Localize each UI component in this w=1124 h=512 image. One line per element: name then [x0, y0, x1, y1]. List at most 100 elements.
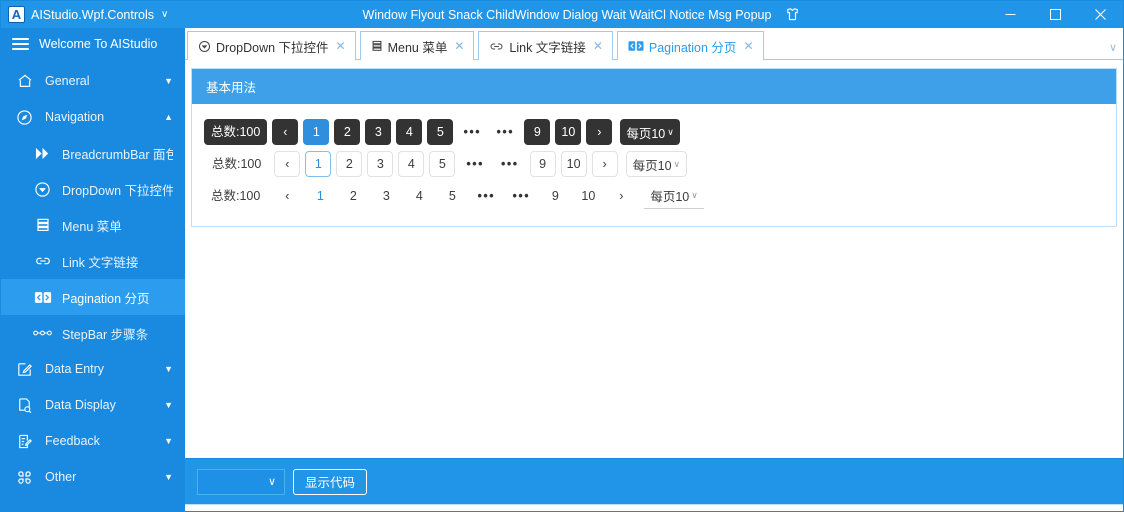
- footer-bar: ∨ 显示代码: [185, 458, 1123, 504]
- theme-select[interactable]: ∨: [197, 468, 285, 495]
- next-page-button[interactable]: ›: [591, 151, 618, 177]
- document-search-icon: [15, 396, 34, 415]
- chevron-down-icon: ▼: [164, 471, 173, 482]
- chevron-down-icon: ▼: [164, 363, 173, 374]
- sidebar-nav-list: General ▼ Navigation ▲ BreadcrumbBar 面包 …: [1, 60, 185, 511]
- sidebar-item-label: Other: [45, 470, 77, 484]
- ellipsis-left[interactable]: •••: [458, 119, 486, 145]
- chevron-down-icon: ∨: [667, 126, 674, 137]
- sidebar-item-pagination[interactable]: Pagination 分页: [1, 279, 185, 315]
- page-button-9[interactable]: 9: [524, 119, 551, 145]
- page-button-5[interactable]: 5: [427, 119, 454, 145]
- chevron-down-icon: ∨: [673, 158, 681, 169]
- clipboard-edit-icon: [15, 432, 34, 451]
- page-button-10[interactable]: 10: [560, 151, 587, 177]
- page-button-1[interactable]: 1: [305, 151, 332, 177]
- tab-dropdown[interactable]: DropDown 下拉控件 ✕: [187, 31, 356, 60]
- maximize-button[interactable]: [1033, 1, 1078, 28]
- sidebar-item-other[interactable]: Other ▼: [1, 459, 185, 495]
- double-chevron-icon: [33, 144, 52, 163]
- close-icon[interactable]: ✕: [593, 39, 603, 53]
- next-page-button[interactable]: ›: [586, 119, 613, 145]
- sidebar-item-label: Link 文字链接: [62, 255, 139, 270]
- page-button-4[interactable]: 4: [398, 151, 425, 177]
- page-size-select[interactable]: 每页10 ∨: [620, 119, 680, 145]
- chevron-down-icon[interactable]: ∨: [161, 9, 168, 20]
- page-button-9[interactable]: 9: [542, 183, 568, 209]
- close-icon[interactable]: ✕: [336, 39, 346, 53]
- application-window: A AIStudio.Wpf.Controls ∨ Window Flyout …: [0, 0, 1124, 512]
- page-button-9[interactable]: 9: [529, 151, 556, 177]
- page-button-5[interactable]: 5: [429, 151, 456, 177]
- page-button-4[interactable]: 4: [396, 119, 423, 145]
- close-icon[interactable]: ✕: [454, 39, 464, 53]
- window-title: Window Flyout Snack ChildWindow Dialog W…: [362, 7, 772, 22]
- sidebar-header[interactable]: Welcome To AIStudio: [1, 28, 185, 60]
- page-button-1[interactable]: 1: [303, 119, 330, 145]
- chevron-down-icon: ∨: [691, 190, 698, 200]
- sidebar-item-label: Data Display: [45, 398, 116, 412]
- close-icon[interactable]: ✕: [743, 39, 753, 53]
- chevron-down-icon: ▼: [164, 75, 173, 86]
- link-icon: [33, 252, 52, 271]
- sidebar-item-link[interactable]: Link 文字链接: [1, 243, 185, 279]
- tab-pagination[interactable]: Pagination 分页 ✕: [616, 31, 764, 61]
- page-button-2[interactable]: 2: [334, 119, 361, 145]
- prev-page-button[interactable]: ‹: [272, 119, 299, 145]
- page-size-select[interactable]: 每页10 ∨: [644, 183, 704, 209]
- page-button-3[interactable]: 3: [373, 183, 399, 209]
- ellipsis-right[interactable]: •••: [491, 119, 519, 145]
- demo-card-body: 总数:100 ‹ 1 2 3 4 5 ••• ••• 9 10 › 每页10 ∨…: [192, 104, 1116, 226]
- page-button-3[interactable]: 3: [365, 119, 392, 145]
- status-bar: [185, 504, 1123, 511]
- total-count-label: 总数:100: [204, 119, 268, 145]
- page-button-2[interactable]: 2: [340, 183, 366, 209]
- sidebar-item-menu[interactable]: Menu 菜单: [1, 207, 185, 243]
- page-button-4[interactable]: 4: [406, 183, 432, 209]
- sidebar-item-data-display[interactable]: Data Display ▼: [1, 387, 185, 423]
- next-page-button[interactable]: ›: [608, 183, 634, 209]
- page-button-10[interactable]: 10: [575, 183, 601, 209]
- sidebar-item-general[interactable]: General ▼: [1, 63, 185, 99]
- grid-icon: [15, 468, 34, 487]
- sidebar-item-stepbar[interactable]: StepBar 步骤条: [1, 315, 185, 351]
- pagination-outline: 总数:100 ‹ 1 2 3 4 5 ••• ••• 9 10 › 每页10 ∨: [192, 148, 1116, 180]
- ellipsis-right[interactable]: •••: [507, 183, 535, 209]
- window-title-area: Window Flyout Snack ChildWindow Dialog W…: [185, 7, 988, 22]
- minimize-button[interactable]: [988, 1, 1033, 28]
- show-code-button[interactable]: 显示代码: [293, 468, 368, 495]
- sidebar-item-dropdown[interactable]: DropDown 下拉控件: [1, 171, 185, 207]
- page-button-3[interactable]: 3: [367, 151, 394, 177]
- chevron-down-icon: ▼: [164, 435, 173, 446]
- page-button-10[interactable]: 10: [555, 119, 582, 145]
- hamburger-menu-icon[interactable]: [12, 38, 29, 50]
- page-button-5[interactable]: 5: [439, 183, 465, 209]
- page-button-1[interactable]: 1: [307, 183, 333, 209]
- sidebar-item-breadcrumbbar[interactable]: BreadcrumbBar 面包: [1, 135, 185, 171]
- ellipsis-left[interactable]: •••: [460, 151, 490, 177]
- prev-page-button[interactable]: ‹: [274, 151, 301, 177]
- tab-link[interactable]: Link 文字链接 ✕: [478, 31, 613, 60]
- window-controls: [988, 1, 1123, 28]
- dropdown-circle-icon: [198, 40, 211, 53]
- shirt-icon[interactable]: [785, 7, 800, 22]
- app-brand[interactable]: A AIStudio.Wpf.Controls ∨: [1, 1, 185, 28]
- sidebar-header-label: Welcome To AIStudio: [39, 37, 158, 51]
- total-count-label: 总数:100: [204, 151, 270, 177]
- close-button[interactable]: [1078, 1, 1123, 28]
- page-button-2[interactable]: 2: [336, 151, 363, 177]
- ellipsis-right[interactable]: •••: [495, 151, 525, 177]
- tab-menu[interactable]: Menu 菜单 ✕: [359, 31, 475, 60]
- prev-page-button[interactable]: ‹: [274, 183, 300, 209]
- sidebar-item-label: Data Entry: [45, 362, 105, 376]
- page-size-label: 每页10: [650, 190, 690, 204]
- page-size-select[interactable]: 每页10 ∨: [625, 151, 688, 177]
- stepbar-icon: [33, 324, 52, 343]
- sidebar-item-label: BreadcrumbBar 面包: [62, 147, 173, 162]
- content-area: 基本用法 总数:100 ‹ 1 2 3 4 5 ••• ••• 9 10 › 每…: [185, 60, 1123, 458]
- ellipsis-left[interactable]: •••: [472, 183, 500, 209]
- sidebar-item-data-entry[interactable]: Data Entry ▼: [1, 351, 185, 387]
- tab-overflow-chevron-icon[interactable]: ∨: [1109, 41, 1117, 54]
- sidebar-item-navigation[interactable]: Navigation ▲: [1, 99, 185, 135]
- sidebar-item-feedback[interactable]: Feedback ▼: [1, 423, 185, 459]
